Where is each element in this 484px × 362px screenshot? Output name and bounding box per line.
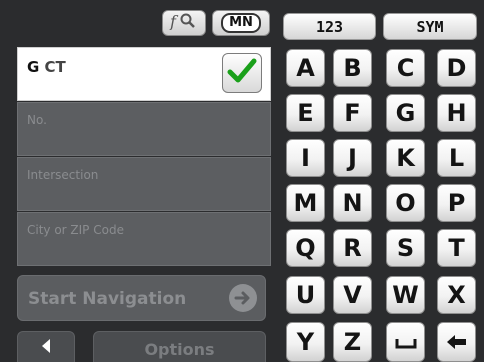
key-u[interactable]: U bbox=[286, 276, 325, 314]
search-button[interactable]: f bbox=[162, 10, 206, 36]
key-r[interactable]: R bbox=[333, 229, 372, 267]
space-icon bbox=[395, 328, 417, 356]
intersection-field[interactable]: Intersection bbox=[17, 157, 271, 211]
key-x[interactable]: X bbox=[437, 276, 476, 314]
back-button[interactable] bbox=[17, 331, 75, 362]
key-g[interactable]: G bbox=[386, 94, 425, 132]
key-h[interactable]: H bbox=[437, 94, 476, 132]
key-v[interactable]: V bbox=[333, 276, 372, 314]
city-zip-field-placeholder: City or ZIP Code bbox=[27, 223, 124, 237]
symbols-mode-button[interactable]: SYM bbox=[383, 13, 477, 40]
svg-text:f: f bbox=[169, 12, 179, 30]
key-t[interactable]: T bbox=[437, 229, 476, 267]
key-i[interactable]: I bbox=[286, 139, 325, 177]
numbers-mode-button[interactable]: 123 bbox=[283, 13, 376, 40]
key-f[interactable]: F bbox=[333, 94, 372, 132]
key-p[interactable]: P bbox=[437, 184, 476, 222]
number-field-placeholder: No. bbox=[27, 113, 47, 127]
options-button[interactable]: Options bbox=[93, 331, 266, 362]
space-key[interactable] bbox=[386, 322, 425, 362]
key-s[interactable]: S bbox=[386, 229, 425, 267]
key-o[interactable]: O bbox=[386, 184, 425, 222]
key-c[interactable]: C bbox=[386, 49, 425, 87]
key-d[interactable]: D bbox=[437, 49, 476, 87]
confirm-button[interactable] bbox=[222, 53, 262, 93]
number-field[interactable]: No. bbox=[17, 102, 271, 156]
key-a[interactable]: A bbox=[286, 49, 325, 87]
key-q[interactable]: Q bbox=[286, 229, 325, 267]
check-icon bbox=[227, 57, 257, 89]
key-l[interactable]: L bbox=[437, 139, 476, 177]
key-j[interactable]: J bbox=[333, 139, 372, 177]
options-label: Options bbox=[144, 340, 215, 359]
backspace-key[interactable] bbox=[437, 322, 476, 362]
key-z[interactable]: Z bbox=[333, 322, 372, 362]
start-navigation-label: Start Navigation bbox=[28, 289, 187, 309]
street-field[interactable]: G CT bbox=[17, 47, 271, 101]
map-region-button[interactable]: MN bbox=[212, 10, 270, 36]
backspace-arrow-icon bbox=[446, 328, 468, 356]
city-zip-field[interactable]: City or ZIP Code bbox=[17, 212, 271, 266]
key-m[interactable]: M bbox=[286, 184, 325, 222]
key-y[interactable]: Y bbox=[286, 322, 325, 362]
key-w[interactable]: W bbox=[386, 276, 425, 314]
arrow-right-icon bbox=[229, 284, 257, 312]
key-n[interactable]: N bbox=[333, 184, 372, 222]
back-arrow-icon bbox=[39, 338, 53, 358]
key-e[interactable]: E bbox=[286, 94, 325, 132]
key-b[interactable]: B bbox=[333, 49, 372, 87]
key-k[interactable]: K bbox=[386, 139, 425, 177]
intersection-field-placeholder: Intersection bbox=[27, 168, 99, 182]
street-field-value: G CT bbox=[27, 58, 66, 76]
map-region-label: MN bbox=[221, 13, 261, 33]
start-navigation-button[interactable]: Start Navigation bbox=[17, 275, 266, 321]
search-icon: f bbox=[169, 12, 199, 34]
